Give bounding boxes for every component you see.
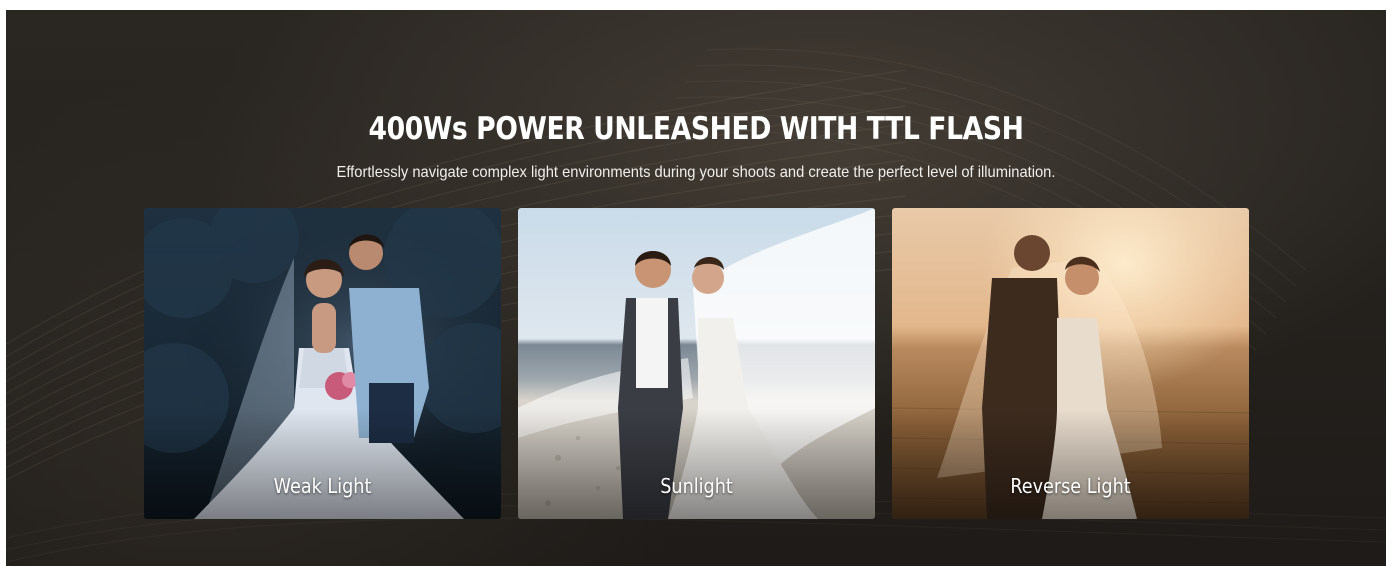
card-label: Weak Light (273, 474, 372, 498)
card-label: Reverse Light (1010, 474, 1131, 498)
section-title: 400Ws POWER UNLEASHED WITH TTL FLASH (368, 111, 1024, 147)
card-gradient-overlay (892, 409, 1249, 519)
card-label: Sunlight (660, 474, 733, 498)
lighting-scenario-cards: Weak Light Sunlight Reverse Light (144, 208, 1249, 519)
card-gradient-overlay (144, 409, 501, 519)
card-weak-light: Weak Light (144, 208, 501, 519)
section-subtitle: Effortlessly navigate complex light envi… (336, 164, 1056, 181)
feature-section: 400Ws POWER UNLEASHED WITH TTL FLASH Eff… (6, 10, 1386, 566)
card-gradient-overlay (518, 409, 875, 519)
card-reverse-light: Reverse Light (892, 208, 1249, 519)
card-sunlight: Sunlight (518, 208, 875, 519)
